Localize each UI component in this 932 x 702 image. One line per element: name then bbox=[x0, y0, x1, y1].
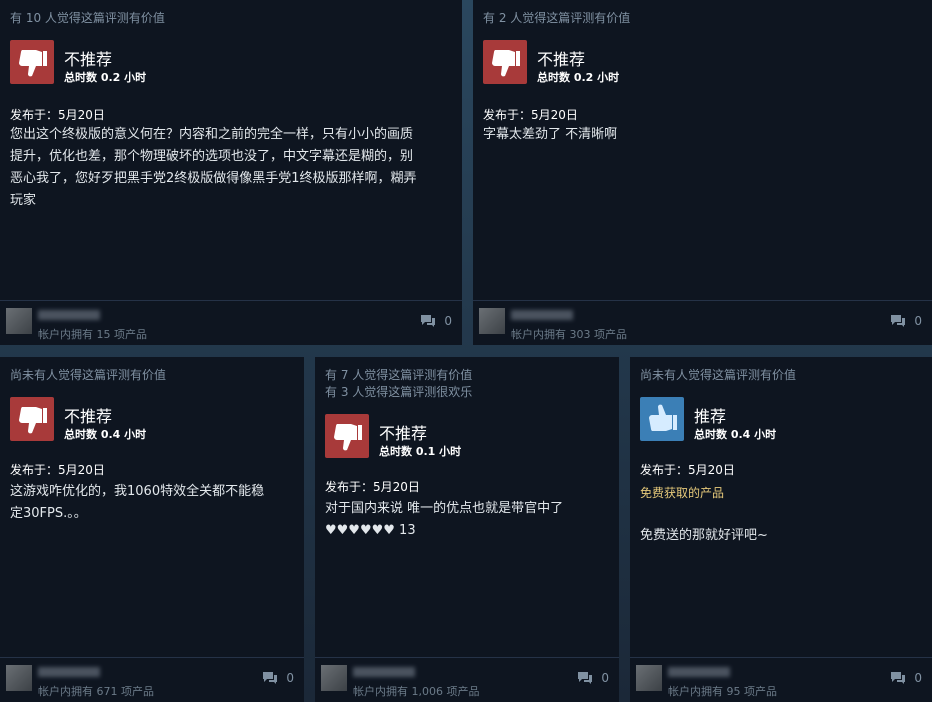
helpful-line: 有 2 人觉得这篇评测有价值 bbox=[483, 11, 631, 25]
comment-button[interactable]: 0 bbox=[420, 314, 452, 328]
post-date: 发布于：5月20日 bbox=[483, 108, 578, 122]
verdict-label[interactable]: 不推荐 bbox=[537, 46, 585, 70]
products-owned: 帐户内拥有 303 项产品 bbox=[511, 328, 627, 341]
post-date: 发布于：5月20日 bbox=[10, 108, 105, 122]
review-card: 尚未有人觉得这篇评测有价值 不推荐 总时数 0.4 小时 发布于：5月20日 这… bbox=[0, 357, 304, 702]
avatar[interactable] bbox=[321, 665, 347, 691]
post-date: 发布于：5月20日 bbox=[640, 463, 735, 477]
avatar[interactable] bbox=[6, 308, 32, 334]
products-owned: 帐户内拥有 671 项产品 bbox=[38, 685, 154, 698]
divider bbox=[473, 300, 932, 301]
avatar[interactable] bbox=[6, 665, 32, 691]
author-name[interactable] bbox=[38, 310, 100, 320]
helpful-line: 尚未有人觉得这篇评测有价值 bbox=[10, 368, 167, 382]
comment-count: 0 bbox=[444, 314, 452, 328]
helpful-line: 尚未有人觉得这篇评测有价值 bbox=[640, 368, 797, 382]
verdict-label[interactable]: 不推荐 bbox=[379, 420, 427, 444]
verdict-label[interactable]: 不推荐 bbox=[64, 403, 112, 427]
verdict-label[interactable]: 不推荐 bbox=[64, 46, 112, 70]
thumbs-up-icon bbox=[640, 397, 684, 441]
products-owned: 帐户内拥有 95 项产品 bbox=[668, 685, 777, 698]
thumbs-down-icon bbox=[483, 40, 527, 84]
review-text: 这游戏咋优化的，我1060特效全关都不能稳 定30FPS.。。 bbox=[10, 484, 265, 521]
avatar[interactable] bbox=[636, 665, 662, 691]
helpful-count: 有 2 人觉得这篇评测有价值 bbox=[483, 10, 630, 27]
comment-count: 0 bbox=[601, 671, 609, 685]
divider bbox=[630, 657, 932, 658]
playtime: 总时数 0.4 小时 bbox=[64, 428, 147, 441]
playtime: 总时数 0.1 小时 bbox=[379, 445, 462, 458]
author-name[interactable] bbox=[353, 667, 415, 677]
comment-count: 0 bbox=[914, 671, 922, 685]
author-name[interactable] bbox=[38, 667, 100, 677]
divider bbox=[0, 657, 304, 658]
free-product-badge: 免费获取的产品 bbox=[640, 486, 725, 500]
comment-icon bbox=[421, 315, 436, 327]
comment-button[interactable]: 0 bbox=[890, 314, 922, 328]
review-text: 字幕太差劲了 不清晰啊 bbox=[483, 127, 618, 142]
divider bbox=[315, 657, 619, 658]
comment-button[interactable]: 0 bbox=[577, 671, 609, 685]
review-text: 对于国内来说 唯一的优点也就是带官中了 ♥♥♥♥♥♥ 13 bbox=[325, 501, 564, 538]
helpful-count: 尚未有人觉得这篇评测有价值 bbox=[10, 367, 166, 384]
divider bbox=[0, 300, 462, 301]
playtime: 总时数 0.4 小时 bbox=[694, 428, 777, 441]
comment-icon bbox=[891, 315, 906, 327]
helpful-count: 有 10 人觉得这篇评测有价值 bbox=[10, 10, 165, 27]
review-card: 尚未有人觉得这篇评测有价值 推荐 总时数 0.4 小时 发布于：5月20日 免费… bbox=[630, 357, 932, 702]
review-text: 免费送的那就好评吧~ bbox=[640, 528, 768, 543]
post-date: 发布于：5月20日 bbox=[325, 480, 420, 494]
author-name[interactable] bbox=[511, 310, 573, 320]
review-card: 有 7 人觉得这篇评测有价值 有 3 人觉得这篇评测很欢乐 不推荐 总时数 0.… bbox=[315, 357, 619, 702]
comment-button[interactable]: 0 bbox=[262, 671, 294, 685]
review-text: 您出这个终极版的意义何在？内容和之前的完全一样，只有小小的画质 提升，优化也差，… bbox=[10, 127, 417, 208]
helpful-line: 有 10 人觉得这篇评测有价值 bbox=[10, 11, 165, 25]
helpful-count: 尚未有人觉得这篇评测有价值 bbox=[640, 367, 796, 384]
comment-count: 0 bbox=[914, 314, 922, 328]
products-owned: 帐户内拥有 1,006 项产品 bbox=[353, 685, 480, 698]
thumbs-down-icon bbox=[10, 397, 54, 441]
playtime: 总时数 0.2 小时 bbox=[64, 71, 147, 84]
playtime: 总时数 0.2 小时 bbox=[537, 71, 620, 84]
comment-button[interactable]: 0 bbox=[890, 671, 922, 685]
comment-count: 0 bbox=[286, 671, 294, 685]
comment-icon bbox=[578, 672, 593, 684]
comment-icon bbox=[263, 672, 278, 684]
review-card: 有 2 人觉得这篇评测有价值 不推荐 总时数 0.2 小时 发布于：5月20日 … bbox=[473, 0, 932, 345]
comment-icon bbox=[891, 672, 906, 684]
helpful-count: 有 7 人觉得这篇评测有价值 有 3 人觉得这篇评测很欢乐 bbox=[325, 367, 472, 401]
avatar[interactable] bbox=[479, 308, 505, 334]
verdict-label[interactable]: 推荐 bbox=[694, 403, 726, 427]
products-owned: 帐户内拥有 15 项产品 bbox=[38, 328, 147, 341]
thumbs-down-icon bbox=[325, 414, 369, 458]
thumbs-down-icon bbox=[10, 40, 54, 84]
review-card: 有 10 人觉得这篇评测有价值 不推荐 总时数 0.2 小时 发布于：5月20日… bbox=[0, 0, 462, 345]
author-name[interactable] bbox=[668, 667, 730, 677]
post-date: 发布于：5月20日 bbox=[10, 463, 105, 477]
funny-line: 有 3 人觉得这篇评测很欢乐 bbox=[325, 385, 473, 399]
helpful-line: 有 7 人觉得这篇评测有价值 bbox=[325, 368, 473, 382]
